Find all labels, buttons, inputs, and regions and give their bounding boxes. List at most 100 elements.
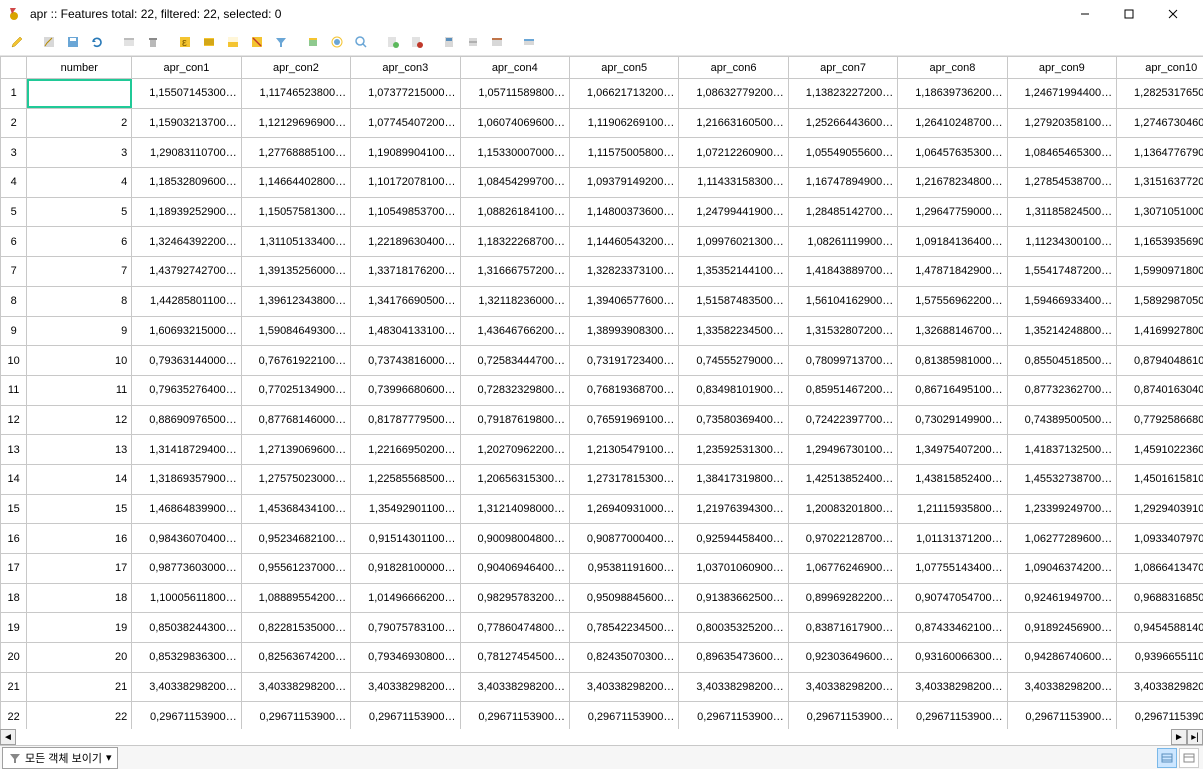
save-icon[interactable] xyxy=(62,31,84,53)
cell[interactable]: 0,73743816000… xyxy=(351,346,460,376)
cell[interactable]: 1,27139069600… xyxy=(241,435,350,465)
cell[interactable]: 1,39612343800… xyxy=(241,286,350,316)
close-button[interactable] xyxy=(1151,0,1195,28)
cell[interactable]: 1,30710510000… xyxy=(1117,197,1203,227)
cell[interactable]: 0,29671153900… xyxy=(898,702,1007,729)
cell[interactable]: 0,76819368700… xyxy=(569,375,678,405)
table-row[interactable]: 221,15903213700…1,12129696900…1,07745407… xyxy=(1,108,1203,138)
cell[interactable]: 1,41699278000… xyxy=(1117,316,1203,346)
cell[interactable]: 0,73580369400… xyxy=(679,405,788,435)
cell[interactable]: 0,91828100000… xyxy=(351,554,460,584)
cell[interactable]: 1,08454299700… xyxy=(460,168,569,198)
cell[interactable]: 0,77860474800… xyxy=(460,613,569,643)
cell[interactable]: 1,57556962200… xyxy=(898,286,1007,316)
select-all-icon[interactable] xyxy=(198,31,220,53)
cell[interactable]: 0,29671153900… xyxy=(1117,702,1203,729)
cell[interactable]: 1,06074069600… xyxy=(460,108,569,138)
cell[interactable]: 0,79363144000… xyxy=(132,346,241,376)
dock-icon[interactable] xyxy=(518,31,540,53)
row-header[interactable]: 6 xyxy=(1,227,27,257)
row-header[interactable]: 10 xyxy=(1,346,27,376)
column-header[interactable]: apr_con1 xyxy=(132,57,241,79)
cell[interactable]: 1,05549055600… xyxy=(788,138,897,168)
row-header[interactable]: 13 xyxy=(1,435,27,465)
table-row[interactable]: 16160,98436070400…0,95234682100…0,915143… xyxy=(1,524,1203,554)
table-row[interactable]: 21213,40338298200…3,40338298200…3,403382… xyxy=(1,672,1203,702)
scroll-left-icon[interactable]: ◄ xyxy=(0,729,16,745)
cell[interactable]: 0,95098845600… xyxy=(569,583,678,613)
attribute-table[interactable]: numberapr_con1apr_con2apr_con3apr_con4ap… xyxy=(0,56,1203,729)
cell[interactable]: 3,40338298200… xyxy=(1007,672,1116,702)
cell[interactable]: 1,45368434100… xyxy=(241,494,350,524)
row-header[interactable]: 2 xyxy=(1,108,27,138)
field-calc-icon[interactable] xyxy=(438,31,460,53)
table-row[interactable]: 19190,85038244300…0,82281535000…0,790757… xyxy=(1,613,1203,643)
cell[interactable]: 1,08664134700… xyxy=(1117,554,1203,584)
row-header[interactable]: 1 xyxy=(1,79,27,109)
column-header[interactable]: apr_con9 xyxy=(1007,57,1116,79)
table-row[interactable]: 18181,10005611800…1,08889554200…1,014966… xyxy=(1,583,1203,613)
cell[interactable]: 1,45910223600… xyxy=(1117,435,1203,465)
cell[interactable]: 1,58929870500… xyxy=(1117,286,1203,316)
table-row[interactable]: 12120,88690976500…0,87768146000…0,817877… xyxy=(1,405,1203,435)
cell[interactable]: 1,31418729400… xyxy=(132,435,241,465)
cell[interactable]: 0,95561237000… xyxy=(241,554,350,584)
row-header[interactable]: 3 xyxy=(1,138,27,168)
save-edits-icon[interactable] xyxy=(38,31,60,53)
row-header[interactable]: 17 xyxy=(1,554,27,584)
cell[interactable]: 1,27575023000… xyxy=(241,464,350,494)
cell[interactable]: 0,83498101900… xyxy=(679,375,788,405)
cell[interactable]: 1,43646766200… xyxy=(460,316,569,346)
minimize-button[interactable] xyxy=(1063,0,1107,28)
cell[interactable]: 1,22166950200… xyxy=(351,435,460,465)
cell[interactable]: 1,11234300100… xyxy=(1007,227,1116,257)
cell[interactable]: 0,29671153900… xyxy=(132,702,241,729)
pan-to-icon[interactable] xyxy=(326,31,348,53)
row-header[interactable]: 22 xyxy=(1,702,27,729)
add-feature-icon[interactable] xyxy=(118,31,140,53)
cell[interactable]: 0,93966551100… xyxy=(1117,643,1203,673)
row-header[interactable]: 7 xyxy=(1,257,27,287)
cell[interactable]: 1,41843889700… xyxy=(788,257,897,287)
cell[interactable]: 11 xyxy=(27,375,132,405)
cell[interactable]: 21 xyxy=(27,672,132,702)
cell[interactable]: 0,92461949700… xyxy=(1007,583,1116,613)
cell[interactable]: 7 xyxy=(27,257,132,287)
cell[interactable]: 1,32688146700… xyxy=(898,316,1007,346)
cell[interactable]: 1,25266443600… xyxy=(788,108,897,138)
cell[interactable]: 1,41837132500… xyxy=(1007,435,1116,465)
cell[interactable]: 0,29671153900… xyxy=(679,702,788,729)
cell[interactable]: 1,32823373100… xyxy=(569,257,678,287)
cell[interactable]: 8 xyxy=(27,286,132,316)
cell[interactable]: 3,40338298200… xyxy=(1117,672,1203,702)
cell[interactable]: 1,19089904100… xyxy=(351,138,460,168)
cell[interactable]: 0,89635473600… xyxy=(679,643,788,673)
column-header[interactable]: apr_con7 xyxy=(788,57,897,79)
cell[interactable]: 0,94286740600… xyxy=(1007,643,1116,673)
cell[interactable]: 1,27920358100… xyxy=(1007,108,1116,138)
cell[interactable]: 1,06621713200… xyxy=(569,79,678,109)
cell[interactable]: 12 xyxy=(27,405,132,435)
row-header[interactable]: 15 xyxy=(1,494,27,524)
cell[interactable]: 1,14460543200… xyxy=(569,227,678,257)
cell[interactable]: 1,39406577600… xyxy=(569,286,678,316)
cell[interactable]: 1,44285801100… xyxy=(132,286,241,316)
cell[interactable]: 1,39135256000… xyxy=(241,257,350,287)
cell[interactable]: 0,82563674200… xyxy=(241,643,350,673)
deselect-icon[interactable] xyxy=(246,31,268,53)
cell[interactable]: 1,14664402800… xyxy=(241,168,350,198)
cell[interactable]: 0,76761922100… xyxy=(241,346,350,376)
cell[interactable]: 17 xyxy=(27,554,132,584)
cell[interactable]: 0,87433462100… xyxy=(898,613,1007,643)
cell[interactable]: 0,87940486100… xyxy=(1117,346,1203,376)
cell[interactable]: 1,18939252900… xyxy=(132,197,241,227)
cell[interactable]: 1,31666757200… xyxy=(460,257,569,287)
row-header[interactable]: 21 xyxy=(1,672,27,702)
cell[interactable]: 1,09184136400… xyxy=(898,227,1007,257)
cell[interactable]: 0,79346930800… xyxy=(351,643,460,673)
cell[interactable]: 1,08261119900… xyxy=(788,227,897,257)
cell[interactable]: 1,59084649300… xyxy=(241,316,350,346)
cell[interactable]: 0,74555279000… xyxy=(679,346,788,376)
cell[interactable]: 1,21115935800… xyxy=(898,494,1007,524)
column-header[interactable]: apr_con8 xyxy=(898,57,1007,79)
